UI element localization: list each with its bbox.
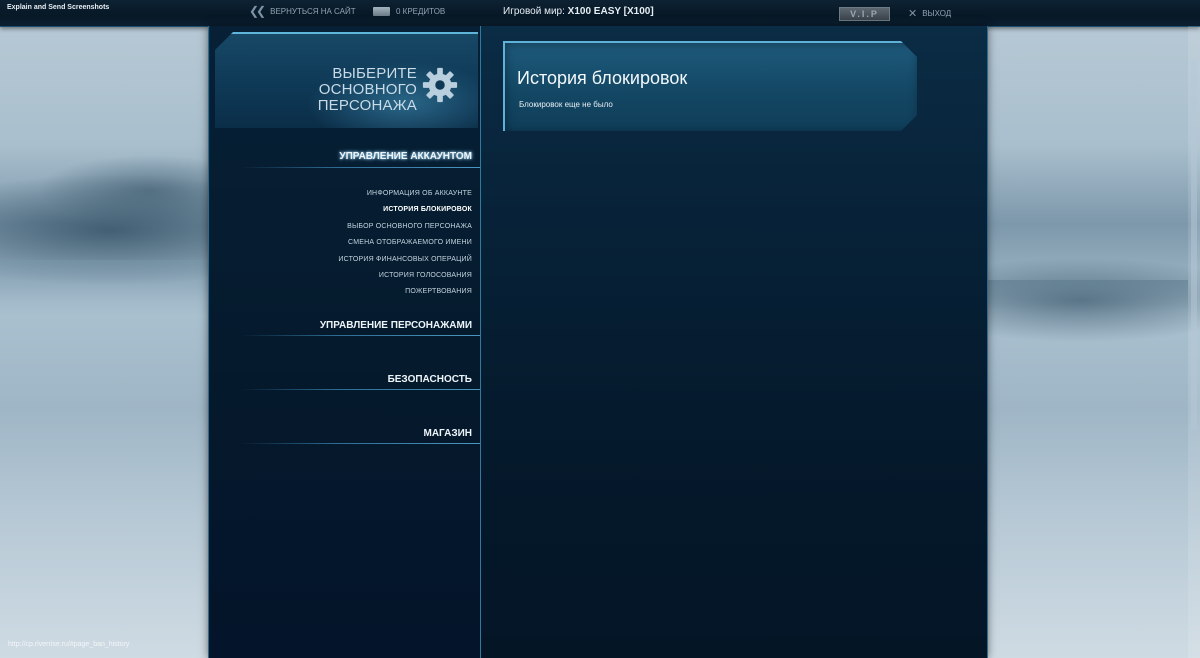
section-security[interactable]: БЕЗОПАСНОСТЬ — [388, 374, 472, 385]
sidebar-item-vote-history[interactable]: ИСТОРИЯ ГОЛОСОВАНИЯ — [379, 272, 472, 279]
main-character-header[interactable]: ВЫБЕРИТЕ ОСНОВНОГО ПЕРСОНАЖА — [215, 32, 478, 128]
sidebar-item-finance-history[interactable]: ИСТОРИЯ ФИНАНСОВЫХ ОПЕРАЦИЙ — [338, 256, 472, 263]
logout-label: ВЫХОД — [922, 9, 952, 18]
gear-icon — [422, 67, 458, 103]
sidebar-item-display-name[interactable]: СМЕНА ОТОБРАЖАЕМОГО ИМЕНИ — [348, 239, 472, 246]
page-title: История блокировок — [517, 68, 688, 88]
extension-label[interactable]: Explain and Send Screenshots — [7, 4, 109, 11]
scrollbar-thumb[interactable] — [1191, 60, 1197, 430]
main-character-title-line2: ПЕРСОНАЖА — [317, 97, 417, 114]
back-to-site-link[interactable]: ❮❮ ВЕРНУТЬСЯ НА САЙТ — [249, 4, 356, 18]
back-to-site-label: ВЕРНУТЬСЯ НА САЙТ — [270, 7, 356, 16]
ban-history-empty-message: Блокировок еще не было — [519, 100, 613, 109]
sidebar-item-ban-history[interactable]: ИСТОРИЯ БЛОКИРОВОК — [383, 206, 472, 213]
game-world-indicator: Игровой мир: X100 EASY [X100] — [503, 6, 654, 17]
credits-label: 0 КРЕДИТОВ — [396, 7, 446, 16]
section-divider — [240, 335, 480, 336]
game-world-value: X100 EASY [X100] — [567, 6, 654, 17]
credits-link[interactable]: 0 КРЕДИТОВ — [373, 7, 445, 16]
background-lake-left — [0, 260, 208, 300]
sidebar-item-account-info[interactable]: ИНФОРМАЦИЯ ОБ АККАУНТЕ — [367, 190, 472, 197]
main-character-title-line1: ВЫБЕРИТЕ ОСНОВНОГО — [318, 65, 417, 98]
ban-history-panel: История блокировок Блокировок еще не был… — [503, 41, 917, 131]
double-chevron-left-icon: ❮❮ — [249, 4, 266, 18]
background-lake-right — [986, 280, 1188, 310]
top-bar: Explain and Send Screenshots ❮❮ ВЕРНУТЬС… — [0, 0, 1200, 27]
section-shop[interactable]: МАГАЗИН — [424, 428, 473, 439]
section-divider — [240, 443, 480, 444]
vip-badge[interactable]: V.I.P — [839, 7, 890, 21]
section-account-management[interactable]: УПРАВЛЕНИЕ АККАУНТОМ — [339, 151, 472, 162]
section-divider — [240, 389, 480, 390]
sidebar-item-main-character[interactable]: ВЫБОР ОСНОВНОГО ПЕРСОНАЖА — [347, 223, 472, 230]
close-icon: ✕ — [908, 8, 918, 20]
sidebar: ВЫБЕРИТЕ ОСНОВНОГО ПЕРСОНАЖА УПРАВЛЕНИЕ … — [210, 26, 481, 658]
game-world-label: Игровой мир: — [503, 6, 565, 17]
section-character-management[interactable]: УПРАВЛЕНИЕ ПЕРСОНАЖАМИ — [320, 320, 472, 331]
section-divider — [240, 167, 480, 168]
sidebar-item-donations[interactable]: ПОЖЕРТВОВАНИЯ — [405, 288, 472, 295]
status-bar-url: http://cp.riverrise.ru/#page_ban_history — [8, 641, 130, 648]
credit-card-icon — [373, 7, 390, 16]
main-character-title: ВЫБЕРИТЕ ОСНОВНОГО ПЕРСОНАЖА — [237, 66, 417, 114]
logout-link[interactable]: ✕ ВЫХОД — [908, 7, 951, 20]
